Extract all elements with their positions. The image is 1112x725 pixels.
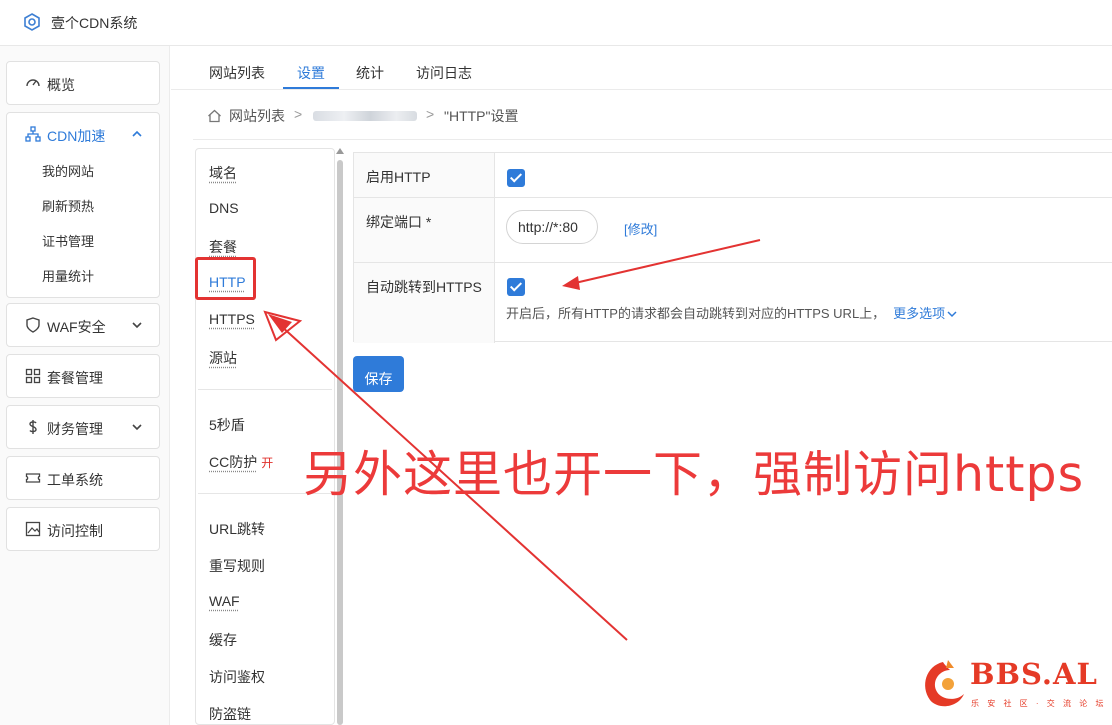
active-tab-indicator (283, 87, 339, 89)
nav-tickets-label: 工单系统 (47, 472, 103, 488)
home-icon (208, 109, 221, 123)
nav-overview-label: 概览 (47, 77, 75, 93)
image-lock-icon (25, 521, 41, 537)
row-label-cell: 启用HTTP (354, 153, 495, 197)
nav-overview[interactable]: 概览 (6, 61, 160, 105)
submenu-divider (198, 389, 332, 390)
submenu-5s-shield[interactable]: 5秒盾 (209, 415, 245, 435)
dollar-icon (29, 420, 37, 434)
nav-cert-manage[interactable]: 证书管理 (42, 231, 94, 250)
scroll-up-arrow[interactable] (336, 148, 344, 154)
more-options-link[interactable]: 更多选项 (893, 306, 957, 321)
chevron-up-icon[interactable] (131, 128, 143, 140)
tab-bar: 网站列表 设置 统计 访问日志 (171, 46, 1112, 90)
nav-my-sites[interactable]: 我的网站 (42, 161, 94, 180)
auto-redirect-help-text: 开启后，所有HTTP的请求都会自动跳转到对应的HTTPS URL上， (506, 306, 886, 321)
row-label-cell: 绑定端口 * (354, 198, 495, 262)
nav-cdn-label: CDN加速 (47, 128, 106, 144)
submenu-url-redirect[interactable]: URL跳转 (209, 519, 265, 539)
submenu-cache[interactable]: 缓存 (209, 630, 237, 650)
auto-redirect-label: 自动跳转到HTTPS (366, 279, 482, 295)
nav-waf[interactable]: WAF安全 (6, 303, 160, 347)
submenu-cc-label: CC防护 (209, 454, 258, 470)
submenu-hotlink[interactable]: 防盗链 (209, 704, 251, 724)
nav-finance-label: 财务管理 (47, 421, 103, 437)
row-bind-port: 绑定端口 * http://*:80 [修改] (354, 198, 1112, 263)
submenu-cc-protection[interactable]: CC防护开 (209, 452, 273, 472)
tab-access-log[interactable]: 访问日志 (416, 63, 472, 83)
submenu-access-auth[interactable]: 访问鉴权 (209, 667, 265, 687)
annotation-text: 另外这里也开一下，强制访问https (303, 446, 1085, 503)
submenu-plan[interactable]: 套餐 (209, 237, 237, 257)
nav-access-control[interactable]: 访问控制 (6, 507, 160, 551)
save-button[interactable]: 保存 (353, 356, 404, 392)
submenu-origin[interactable]: 源站 (209, 348, 237, 368)
nav-plans-label: 套餐管理 (47, 370, 103, 386)
modify-port-link[interactable]: [修改] (624, 219, 657, 238)
tab-stats[interactable]: 统计 (356, 63, 384, 83)
chevron-down-icon[interactable] (131, 319, 143, 331)
annotation-highlight-box (195, 257, 256, 300)
submenu-dns[interactable]: DNS (209, 200, 239, 216)
auto-redirect-checkbox[interactable] (507, 278, 525, 296)
watermark-subtitle: 乐 安 社 区 · 交 流 论 坛 (971, 699, 1107, 708)
breadcrumb-current: "HTTP"设置 (444, 108, 519, 124)
http-settings-table: 启用HTTP 绑定端口 * http://*:80 [修改] 自动跳转到HTTP… (353, 152, 1112, 343)
cc-status-badge: 开 (261, 456, 274, 470)
bind-port-value: http://*:80 (506, 210, 598, 244)
dashboard-icon (26, 79, 40, 87)
enable-http-checkbox[interactable] (507, 169, 525, 187)
submenu-domain[interactable]: 域名 (209, 163, 237, 183)
breadcrumb-site-list[interactable]: 网站列表 (229, 106, 285, 126)
bind-port-label: 绑定端口 * (366, 214, 432, 230)
nav-refresh-preload[interactable]: 刷新预热 (42, 196, 94, 215)
tab-site-list[interactable]: 网站列表 (209, 63, 265, 83)
divider (193, 139, 1112, 140)
nav-access-control-label: 访问控制 (47, 523, 103, 539)
tab-settings[interactable]: 设置 (297, 63, 325, 83)
auto-redirect-help: 开启后，所有HTTP的请求都会自动跳转到对应的HTTPS URL上， 更多选项 (506, 303, 957, 322)
row-auto-redirect: 自动跳转到HTTPS 开启后，所有HTTP的请求都会自动跳转到对应的HTTPS … (354, 263, 1112, 343)
chevron-down-icon (947, 311, 957, 318)
nav-usage-stats[interactable]: 用量统计 (42, 266, 94, 285)
grid-icon (25, 368, 41, 384)
submenu-rewrite-rules[interactable]: 重写规则 (209, 556, 265, 576)
submenu-waf[interactable]: WAF (209, 593, 240, 609)
sidebar: 概览 CDN加速 我的网站 刷新预热 证书管理 用量统计 WAF安全 套餐管理 … (0, 46, 170, 725)
breadcrumb-site-name-redacted[interactable] (313, 111, 417, 121)
ticket-icon (25, 473, 41, 483)
nav-tickets[interactable]: 工单系统 (6, 456, 160, 500)
app-logo-icon (24, 13, 40, 31)
watermark-text: BBS.AL (970, 657, 1098, 691)
sitemap-icon (25, 126, 41, 142)
row-label-cell: 自动跳转到HTTPS (354, 263, 495, 343)
more-options-label: 更多选项 (893, 306, 946, 321)
nav-waf-label: WAF安全 (47, 319, 106, 335)
nav-finance[interactable]: 财务管理 (6, 405, 160, 449)
row-enable-http: 启用HTTP (354, 153, 1112, 198)
shield-icon (26, 317, 40, 333)
nav-cdn[interactable]: CDN加速 我的网站 刷新预热 证书管理 用量统计 (6, 112, 160, 298)
watermark-logo-icon (925, 660, 964, 707)
breadcrumb-separator: > (294, 106, 303, 122)
nav-plans[interactable]: 套餐管理 (6, 354, 160, 398)
app-title: 壹个CDN系统 (51, 15, 138, 31)
submenu-https[interactable]: HTTPS (209, 311, 255, 327)
top-bar: 壹个CDN系统 (0, 0, 1112, 46)
chevron-down-icon[interactable] (131, 421, 143, 433)
enable-http-label: 启用HTTP (366, 169, 431, 185)
breadcrumb-separator: > (426, 106, 435, 122)
